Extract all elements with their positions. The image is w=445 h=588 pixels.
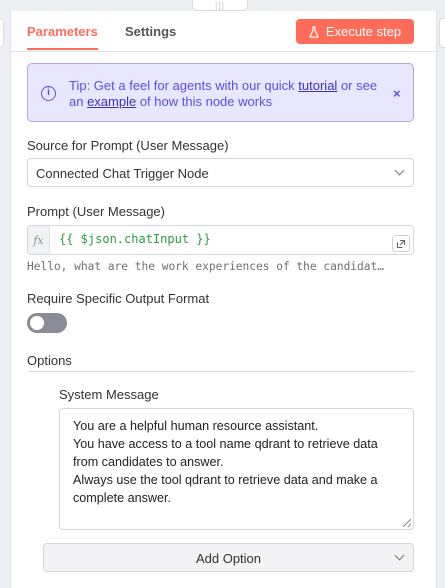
source-prompt-value: Connected Chat Trigger Node — [36, 166, 209, 181]
system-message-label: System Message — [59, 387, 159, 402]
fx-icon: fx — [28, 226, 50, 254]
resize-handle-icon[interactable] — [403, 519, 411, 527]
add-option-label: Add Option — [195, 551, 262, 566]
tip-callout: i Tip: Get a feel for agents with our qu… — [27, 63, 414, 122]
prompt-label: Prompt (User Message) — [27, 204, 165, 219]
tutorial-link[interactable]: tutorial — [298, 78, 337, 93]
right-panel-edge — [439, 18, 445, 48]
system-message-textarea[interactable]: You are a helpful human resource assista… — [59, 408, 414, 530]
options-label: Options — [27, 353, 72, 368]
prompt-preview: Hello, what are the work experiences of … — [27, 260, 384, 273]
source-prompt-label: Source for Prompt (User Message) — [27, 138, 229, 153]
system-message-line: complete answer. — [73, 491, 172, 505]
options-divider — [27, 371, 414, 372]
system-message-line: from candidates to answer. — [73, 455, 224, 469]
execute-step-label: Execute step — [325, 24, 402, 39]
system-message-line: You are a helpful human resource assista… — [73, 419, 319, 433]
tip-suffix: of how this node works — [136, 94, 273, 109]
prompt-expression: {{ $json.chatInput }} — [59, 232, 211, 246]
add-option-select[interactable]: Add Option — [43, 543, 414, 572]
node-parameters-panel: Parameters Settings Execute step i Tip: … — [10, 11, 437, 588]
panel-drag-handle[interactable]: ||| — [192, 0, 248, 11]
toggle-knob — [30, 316, 44, 330]
system-message-line: You have access to a tool name qdrant to… — [73, 437, 378, 451]
execute-step-button[interactable]: Execute step — [296, 19, 414, 44]
tab-parameters[interactable]: Parameters — [27, 24, 98, 50]
tip-prefix: Tip: Get a feel for agents with our quic… — [69, 78, 299, 93]
close-icon[interactable]: × — [393, 86, 401, 101]
tab-settings[interactable]: Settings — [125, 24, 176, 39]
example-link[interactable]: example — [87, 94, 136, 109]
output-format-toggle[interactable] — [27, 313, 67, 333]
external-icon — [396, 239, 406, 248]
system-message-line: Always use the tool qdrant to retrieve d… — [73, 473, 378, 487]
output-format-label: Require Specific Output Format — [27, 291, 210, 306]
tip-text: Tip: Get a feel for agents with our quic… — [69, 78, 389, 110]
source-prompt-select[interactable]: Connected Chat Trigger Node — [27, 158, 414, 187]
prompt-expression-field[interactable]: fx {{ $json.chatInput }} — [27, 225, 414, 255]
panel-tabs: Parameters Settings Execute step — [11, 11, 436, 52]
expand-expression-icon[interactable] — [392, 235, 410, 252]
left-panel-edge — [0, 18, 4, 48]
chevron-down-icon — [394, 165, 405, 176]
flask-icon — [309, 25, 319, 38]
info-circle-icon: i — [41, 86, 56, 101]
